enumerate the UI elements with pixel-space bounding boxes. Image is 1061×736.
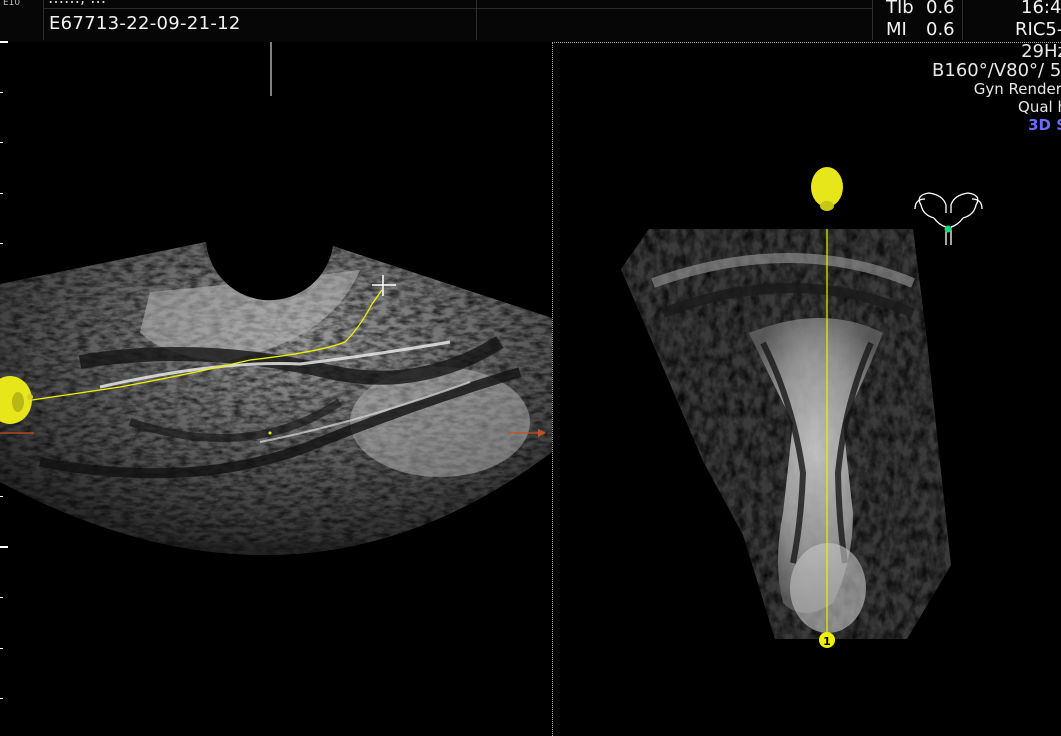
sagittal-view-panel[interactable] xyxy=(0,42,552,736)
clock-time: 16:4 xyxy=(1021,0,1061,18)
mi-label: MI xyxy=(886,19,907,40)
coronal-render-image[interactable]: 1 xyxy=(553,43,1060,735)
tib-readout: TIb 0.6 xyxy=(886,0,955,18)
mode-label: 3D S xyxy=(1028,116,1061,134)
render-point-marker[interactable]: 1 xyxy=(819,632,835,648)
render-texture xyxy=(621,229,951,639)
probe-name: RIC5- xyxy=(1015,19,1061,40)
mi-readout: MI 0.6 xyxy=(886,19,955,40)
uterus-position-dot xyxy=(944,225,952,233)
corner-label: E10 xyxy=(3,0,21,8)
tissue-texture xyxy=(0,242,552,556)
render-point-label: 1 xyxy=(823,635,831,648)
tib-label: TIb xyxy=(886,0,914,18)
tib-value: 0.6 xyxy=(926,0,955,18)
header-cell-empty xyxy=(477,0,873,40)
head-orientation-icon[interactable] xyxy=(811,167,843,211)
header-bar: E10 ……, … E67713-22-09-21-12 TIb 0.6 MI 0.… xyxy=(0,0,1061,42)
quality-setting: Qual h xyxy=(1018,98,1061,116)
render-view-panel[interactable]: 1 xyxy=(552,42,1061,736)
patient-id: E67713-22-09-21-12 xyxy=(49,13,241,34)
mi-value: 0.6 xyxy=(926,19,955,40)
frame-rate: 29Hz xyxy=(1021,41,1061,62)
sagittal-ultrasound-image[interactable] xyxy=(0,42,552,736)
uterus-pictogram-icon xyxy=(914,192,983,245)
reference-dot xyxy=(268,431,272,435)
render-preset: Gyn Render/ xyxy=(973,80,1061,98)
patient-name-fragment: ……, … xyxy=(48,0,106,7)
volume-angles: B160°/V80°/ 5. xyxy=(932,60,1061,81)
